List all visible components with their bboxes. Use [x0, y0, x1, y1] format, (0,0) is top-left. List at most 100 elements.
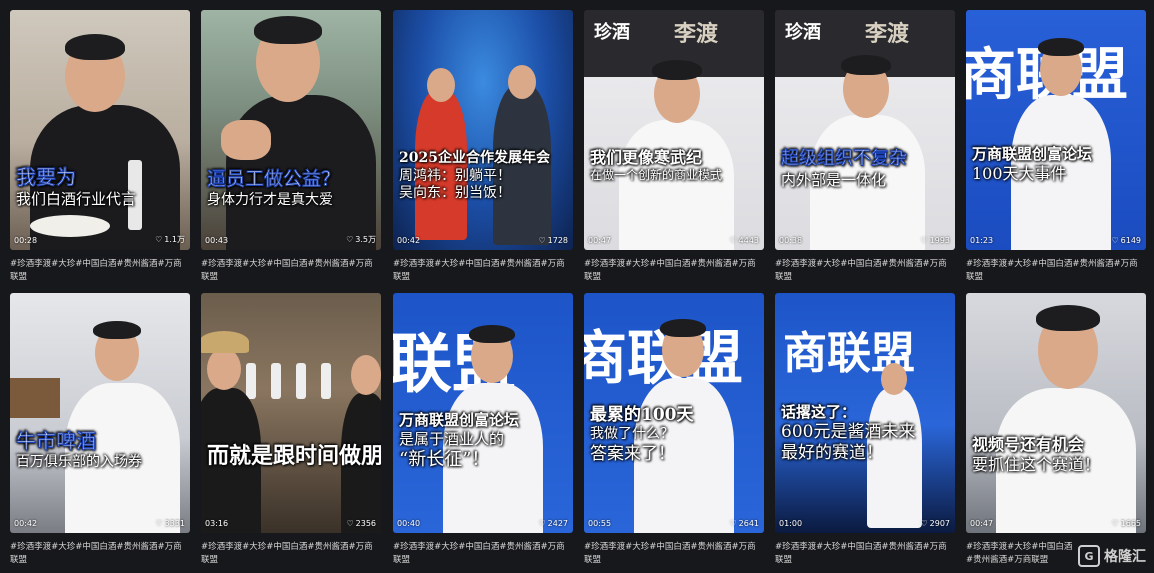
like-count-value: 2356: [355, 519, 376, 528]
like-count: ♡ 4443: [729, 236, 759, 245]
video-thumbnail[interactable]: 牛市啤酒 百万俱乐部的入场券 00:42 ♡ 3331: [10, 293, 190, 533]
watermark-text: 格隆汇: [1104, 549, 1146, 565]
heart-icon: ♡: [729, 519, 737, 528]
heart-icon: ♡: [346, 235, 354, 244]
video-caption-extra: 吴向东：别当饭！: [399, 185, 511, 201]
heart-icon: ♡: [1111, 519, 1119, 528]
thumbnail-scene: [393, 10, 573, 250]
video-card[interactable]: 牛市啤酒 百万俱乐部的入场券 00:42 ♡ 3331: [10, 293, 190, 533]
video-thumbnail[interactable]: 我要为 我们白酒行业代言 00:28 ♡ 1.1万: [10, 10, 190, 250]
video-tags[interactable]: #珍酒李渡#大珍#中国白酒#贵州酱酒#万商联盟: [775, 258, 955, 284]
video-tags[interactable]: #珍酒李渡#大珍#中国白酒#贵州酱酒#万商联盟: [201, 258, 381, 284]
video-duration: 00:55: [588, 519, 612, 528]
video-thumbnail[interactable]: 珍酒 李渡 超级组织不复杂 内外部是一体化 00:38 ♡ 1993: [775, 10, 955, 250]
like-count: ♡ 2427: [538, 519, 568, 528]
heart-icon: ♡: [346, 519, 354, 528]
video-tags[interactable]: #珍酒李渡#大珍#中国白酒#贵州酱酒#万商联盟: [10, 541, 190, 567]
like-count-value: 6149: [1120, 236, 1141, 245]
video-duration: 00:47: [588, 236, 612, 245]
video-thumbnail[interactable]: 2025企业合作发展年会 周鸿祎：别躺平！ 吴向东：别当饭！ 00:42 ♡ 17…: [393, 10, 573, 250]
banner-text: 李渡: [674, 21, 719, 47]
video-card[interactable]: 我要为 我们白酒行业代言 00:28 ♡ 1.1万: [10, 10, 190, 250]
video-caption-extra: “新长征”！: [399, 448, 490, 470]
video-card[interactable]: 2025企业合作发展年会 周鸿祎：别躺平！ 吴向东：别当饭！ 00:42 ♡ 17…: [393, 10, 573, 250]
video-duration: 00:42: [14, 519, 38, 528]
video-tags[interactable]: #珍酒李渡#大珍#中国白酒#贵州酱酒#万商联盟: [201, 541, 381, 567]
video-tags[interactable]: #珍酒李渡#大珍#中国白酒#贵州酱酒#万商联盟: [966, 541, 1076, 567]
video-caption-title: 我要为: [16, 165, 76, 189]
like-count-value: 4443: [738, 236, 759, 245]
like-count-value: 1.1万: [164, 235, 185, 244]
like-count: ♡ 6149: [1111, 236, 1141, 245]
video-caption-title: 万商联盟创富论坛: [972, 145, 1093, 163]
video-tags[interactable]: #珍酒李渡#大珍#中国白酒#贵州酱酒#万商联盟: [966, 258, 1146, 284]
video-duration: 00:42: [397, 236, 421, 245]
banner-text: 珍酒: [594, 22, 630, 43]
video-card[interactable]: 逼员工做公益？ 身体力行才是真大爱 00:43 ♡ 3.5万: [201, 10, 381, 250]
video-card[interactable]: 珍酒 李渡 我们更像寒武纪 在做一个创新的商业模式 00:47 ♡ 4443: [584, 10, 764, 250]
video-caption-title: 万商联盟创富论坛: [399, 411, 520, 429]
video-caption-subtitle: 600元是酱酒未来: [781, 421, 916, 442]
like-count-value: 2427: [547, 519, 568, 528]
video-caption-subtitle: 在做一个创新的商业模式: [590, 168, 723, 182]
video-grid: 我要为 我们白酒行业代言 00:28 ♡ 1.1万 逼员工做公益？ 身体力行才是真…: [0, 0, 1154, 573]
video-caption-title: 而就是跟时间做朋: [207, 443, 381, 469]
video-tags[interactable]: #珍酒李渡#大珍#中国白酒#贵州酱酒#万商联盟: [10, 258, 190, 284]
video-card[interactable]: 商联盟 万商联盟创富论坛 100天大事件 01:23 ♡6149: [966, 10, 1146, 250]
video-caption-title: 牛市啤酒: [16, 429, 96, 453]
like-count: ♡ 1993: [920, 236, 950, 245]
video-duration: 00:38: [779, 236, 803, 245]
like-count: ♡ 1.1万: [155, 234, 185, 245]
video-caption-title: 话撂这了：: [781, 403, 857, 421]
video-caption-subtitle: 要抓住这个赛道！: [972, 455, 1101, 474]
video-card[interactable]: 而就是跟时间做朋 03:16 ♡ 2356: [201, 293, 381, 533]
video-thumbnail[interactable]: 逼员工做公益？ 身体力行才是真大爱 00:43 ♡ 3.5万: [201, 10, 381, 250]
video-thumbnail[interactable]: 珍酒 李渡 我们更像寒武纪 在做一个创新的商业模式 00:47 ♡ 4443: [584, 10, 764, 250]
heart-icon: ♡: [920, 519, 928, 528]
like-count: ♡ 2907: [920, 519, 950, 528]
heart-icon: ♡: [155, 519, 163, 528]
video-caption-extra: 答案来了！: [590, 443, 675, 464]
video-duration: 00:40: [397, 519, 421, 528]
like-count: ♡ 3331: [155, 519, 185, 528]
thumbnail-scene: [10, 10, 190, 250]
video-thumbnail[interactable]: 商联盟 万商联盟创富论坛 100天大事件 01:23 ♡6149: [966, 10, 1146, 250]
video-thumbnail[interactable]: 视频号还有机会 要抓住这个赛道！ 00:47 ♡ 1665: [966, 293, 1146, 533]
video-tags[interactable]: #珍酒李渡#大珍#中国白酒#贵州酱酒#万商联盟: [584, 258, 764, 284]
video-caption-subtitle: 身体力行才是真大爱: [207, 191, 333, 208]
like-count-value: 1665: [1120, 519, 1141, 528]
like-count-value: 3.5万: [355, 235, 376, 244]
video-caption-subtitle: 百万俱乐部的入场券: [16, 454, 142, 470]
video-card[interactable]: 商联盟 最累的100天 我做了什么？ 答案来了！ 00:55 ♡2641: [584, 293, 764, 533]
video-thumbnail[interactable]: 商联盟 话撂这了： 600元是酱酒未来 最好的赛道！ 01:00 ♡ 2907: [775, 293, 955, 533]
banner-text: 珍酒: [785, 22, 821, 43]
video-card[interactable]: 商联盟 话撂这了： 600元是酱酒未来 最好的赛道！ 01:00 ♡ 2907: [775, 293, 955, 533]
heart-icon: ♡: [538, 236, 546, 245]
video-caption-title: 视频号还有机会: [972, 435, 1085, 454]
video-card[interactable]: 珍酒 李渡 超级组织不复杂 内外部是一体化 00:38 ♡ 1993: [775, 10, 955, 250]
like-count: ♡ 2641: [729, 519, 759, 528]
video-caption-subtitle: 100天大事件: [972, 163, 1067, 183]
video-thumbnail[interactable]: 商联盟 最累的100天 我做了什么？ 答案来了！ 00:55 ♡2641: [584, 293, 764, 533]
thumbnail-scene: [201, 10, 381, 250]
like-count-value: 1993: [929, 236, 950, 245]
video-caption-title: 2025企业合作发展年会: [399, 150, 550, 166]
video-caption-subtitle: 是属于酒业人的: [399, 429, 505, 448]
video-duration: 00:47: [970, 519, 994, 528]
thumbnail-scene: 珍酒 李渡: [775, 10, 955, 250]
video-card[interactable]: 视频号还有机会 要抓住这个赛道！ 00:47 ♡ 1665: [966, 293, 1146, 533]
video-tags[interactable]: #珍酒李渡#大珍#中国白酒#贵州酱酒#万商联盟: [775, 541, 955, 567]
watermark: G 格隆汇: [1078, 545, 1146, 567]
video-tags[interactable]: #珍酒李渡#大珍#中国白酒#贵州酱酒#万商联盟: [393, 258, 573, 284]
video-thumbnail[interactable]: 而就是跟时间做朋 03:16 ♡ 2356: [201, 293, 381, 533]
video-thumbnail[interactable]: 联盟 万商联盟创富论坛 是属于酒业人的 “新长征”！ 00:40 ♡ 2427: [393, 293, 573, 533]
video-caption-subtitle: 我们白酒行业代言: [16, 190, 137, 208]
like-count: ♡ 2356: [346, 519, 376, 528]
like-count: ♡ 1728: [538, 236, 568, 245]
heart-icon: ♡: [155, 235, 163, 244]
like-count-value: 2641: [738, 519, 759, 528]
video-tags[interactable]: #珍酒李渡#大珍#中国白酒#贵州酱酒#万商联盟: [584, 541, 764, 567]
video-tags[interactable]: #珍酒李渡#大珍#中国白酒#贵州酱酒#万商联盟: [393, 541, 573, 567]
video-card[interactable]: 联盟 万商联盟创富论坛 是属于酒业人的 “新长征”！ 00:40 ♡ 2427: [393, 293, 573, 533]
thumbnail-scene: 珍酒 李渡: [584, 10, 764, 250]
